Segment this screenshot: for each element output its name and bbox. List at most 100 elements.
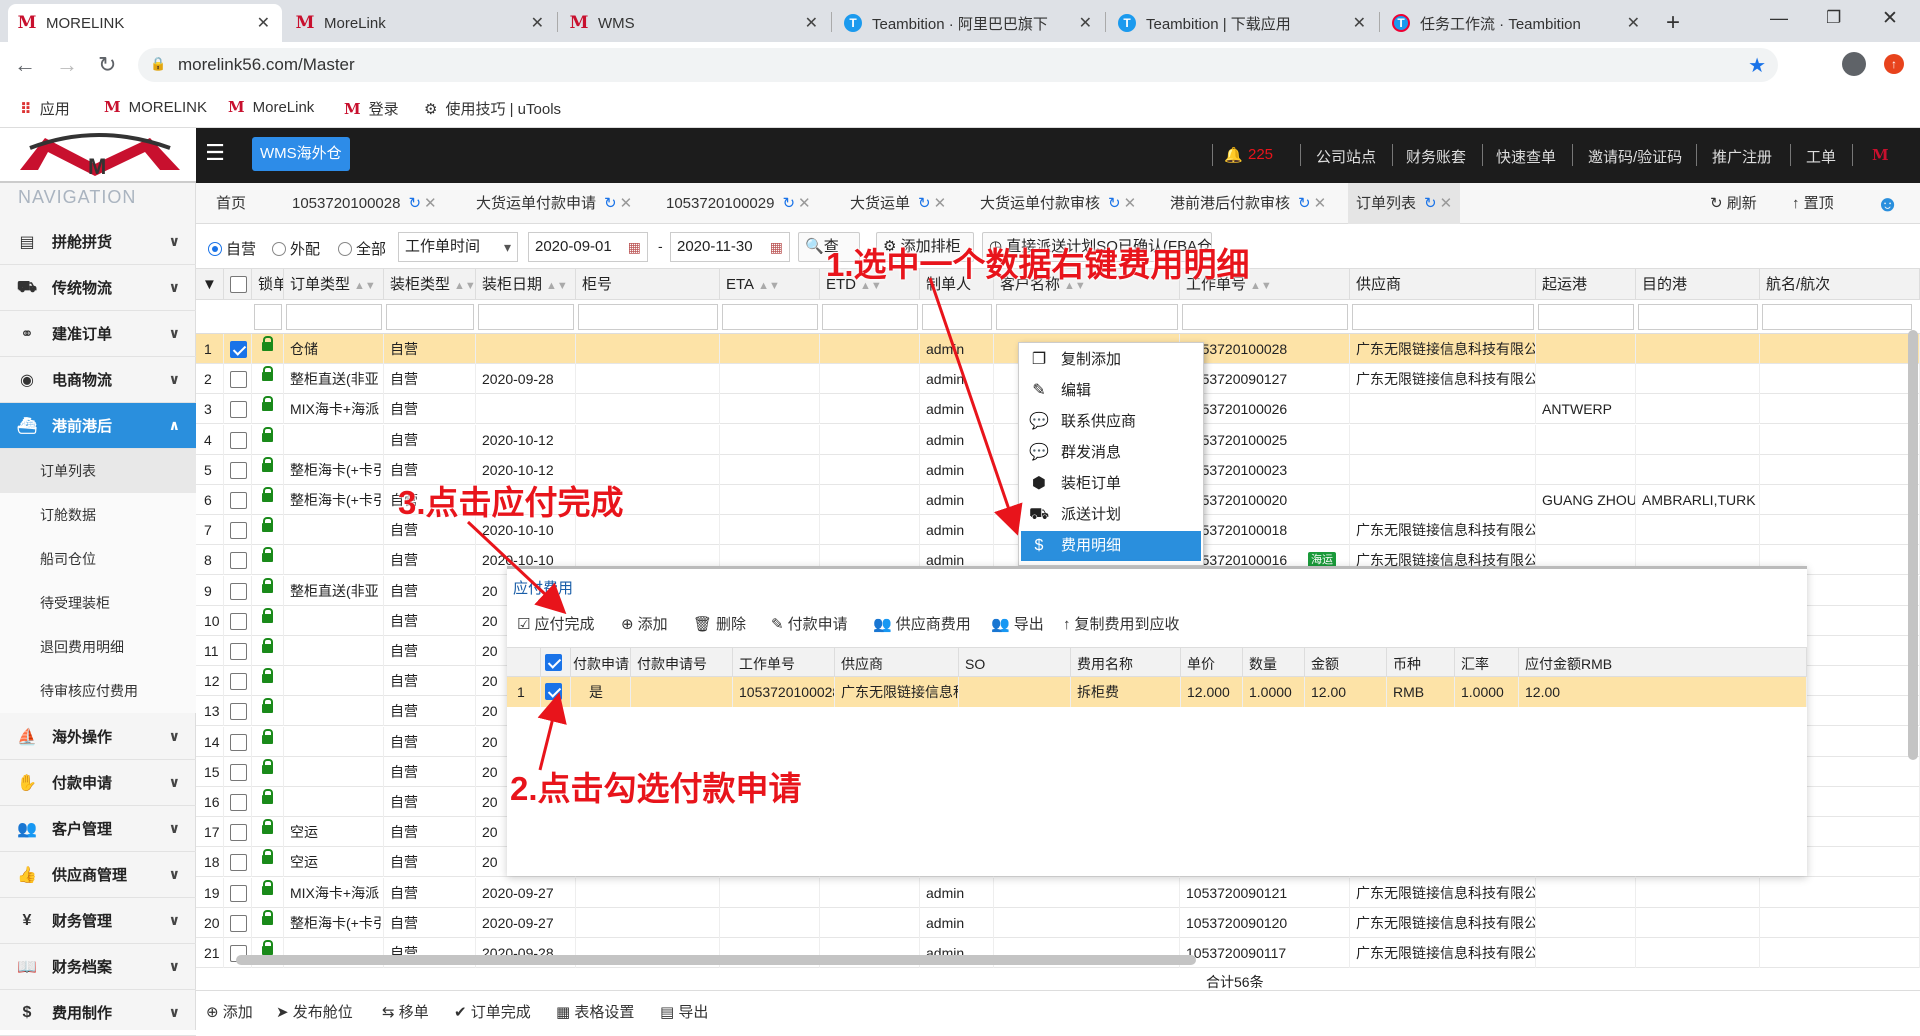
- bookmark-utools[interactable]: ⚙ 使用技巧 | uTools: [424, 98, 561, 119]
- menu-item-broadcast[interactable]: 💬 群发消息: [1021, 438, 1201, 468]
- header-link-company-site[interactable]: 公司站点: [1316, 146, 1376, 167]
- row-checkbox[interactable]: [230, 703, 247, 721]
- sidebar-sub-pending-loading[interactable]: 待受理装柜: [0, 581, 196, 625]
- row-checkbox[interactable]: [230, 794, 247, 811]
- close-icon[interactable]: ✕: [1124, 195, 1137, 212]
- panel-fee-row[interactable]: 1 是 1053720100028 广东无限链接信息科技 拆柜费 12.000 …: [507, 677, 1807, 707]
- filter-input[interactable]: [1352, 304, 1534, 330]
- row-checkbox[interactable]: [230, 763, 247, 781]
- pay-apply-checkbox[interactable]: [545, 683, 562, 700]
- browser-tab-teambition-download[interactable]: T Teambition | 下载应用 ✕: [1108, 4, 1378, 42]
- filter-input[interactable]: [286, 304, 382, 330]
- refresh-icon[interactable]: ↻: [1298, 195, 1311, 212]
- close-icon[interactable]: ✕: [1314, 195, 1327, 212]
- row-checkbox[interactable]: [230, 552, 247, 570]
- date-to-field[interactable]: 2020-11-30 ▦: [670, 232, 790, 262]
- col-currency[interactable]: 币种: [1387, 648, 1455, 680]
- new-tab-button[interactable]: +: [1656, 4, 1686, 42]
- browser-tab-wms[interactable]: M WMS ✕: [560, 4, 830, 42]
- row-checkbox[interactable]: [230, 582, 247, 600]
- add-button[interactable]: ⊕ 添加: [206, 1001, 253, 1022]
- sidebar-item-fee-make[interactable]: $ 费用制作 ∨: [0, 990, 196, 1036]
- unlock-icon[interactable]: [262, 668, 273, 684]
- back-icon[interactable]: ←: [14, 52, 36, 78]
- unlock-icon[interactable]: [262, 879, 273, 895]
- browser-tab-teambition-workflow[interactable]: T 任务工作流 · Teambition ✕: [1382, 4, 1652, 42]
- filter-input[interactable]: [386, 304, 474, 330]
- table-settings-button[interactable]: ▦ 表格设置: [556, 1001, 634, 1022]
- refresh-icon[interactable]: ↻: [782, 195, 795, 212]
- row-checkbox[interactable]: [230, 341, 247, 358]
- forward-icon[interactable]: →: [56, 52, 78, 78]
- filter-input[interactable]: [1638, 304, 1758, 330]
- sidebar-item-consolidation[interactable]: ▤ 拼舱拼货 ∨: [0, 219, 196, 265]
- sidebar-item-ecommerce[interactable]: ◉ 电商物流 ∨: [0, 357, 196, 403]
- pin-top-button[interactable]: ↑ 置顶: [1792, 183, 1834, 224]
- unlock-icon[interactable]: [262, 819, 273, 835]
- unlock-icon[interactable]: [262, 456, 273, 472]
- filter-input[interactable]: [922, 304, 992, 330]
- close-icon[interactable]: ✕: [531, 13, 544, 33]
- header-link-finance-book[interactable]: 财务账套: [1406, 146, 1466, 167]
- close-icon[interactable]: ✕: [424, 195, 437, 212]
- tab-home[interactable]: 首页: [216, 183, 246, 224]
- unlock-icon[interactable]: [262, 366, 273, 382]
- user-avatar-icon[interactable]: M: [1872, 146, 1889, 164]
- export-button[interactable]: ▤ 导出: [660, 1001, 708, 1022]
- sidebar-sub-booking-data[interactable]: 订舱数据: [0, 493, 196, 537]
- chat-bot-icon[interactable]: ☻: [1876, 183, 1899, 224]
- row-checkbox[interactable]: [230, 643, 247, 660]
- menu-item-delivery-plan[interactable]: ⛟ 派送计划: [1021, 500, 1201, 530]
- unlock-icon[interactable]: [262, 789, 273, 804]
- profile-avatar[interactable]: [1842, 52, 1866, 76]
- menu-item-copy-add[interactable]: ❐ 复制添加: [1021, 345, 1201, 375]
- tab-order-list[interactable]: 订单列表 ↻ ✕: [1348, 183, 1461, 224]
- browser-tab-morelink-2[interactable]: M MoreLink ✕: [286, 4, 556, 42]
- row-checkbox[interactable]: [230, 492, 247, 509]
- menu-item-fee-details[interactable]: $ 费用明细: [1021, 531, 1201, 561]
- col-eta[interactable]: ETA ▲▼: [720, 269, 820, 301]
- unlock-icon[interactable]: [262, 638, 273, 653]
- select-all-checkbox[interactable]: [545, 654, 562, 671]
- row-checkbox[interactable]: [230, 371, 247, 389]
- filter-input[interactable]: [578, 304, 718, 330]
- refresh-icon[interactable]: ↻: [1108, 195, 1121, 212]
- bookmark-morelink-2[interactable]: M MoreLink: [228, 98, 314, 116]
- tab-bulk-payment-request[interactable]: 大货运单付款申请 ↻ ✕: [476, 183, 632, 224]
- row-checkbox[interactable]: [230, 612, 247, 630]
- publish-space-button[interactable]: ➤ 发布舱位: [276, 1001, 353, 1022]
- unlock-icon[interactable]: [262, 517, 273, 533]
- filter-input[interactable]: [478, 304, 574, 330]
- col-job-no[interactable]: 工作单号: [733, 648, 835, 680]
- filter-input[interactable]: [1538, 304, 1634, 330]
- sidebar-sub-carrier-space[interactable]: 船司仓位: [0, 537, 196, 581]
- maximize-icon[interactable]: ❐: [1826, 8, 1841, 28]
- close-icon[interactable]: ✕: [620, 195, 633, 212]
- col-pay-apply[interactable]: 付款申请: [571, 648, 631, 680]
- payable-complete-button[interactable]: ☑ 应付完成: [517, 613, 594, 634]
- row-checkbox[interactable]: [230, 884, 247, 902]
- sidebar-item-overseas-ops[interactable]: ⛵ 海外操作 ∨: [0, 714, 196, 760]
- tab-port-payment-audit[interactable]: 港前港后付款审核 ↻ ✕: [1170, 183, 1326, 224]
- col-load-type[interactable]: 装柜类型 ▲▼: [384, 269, 476, 301]
- col-container[interactable]: 柜号: [576, 269, 720, 301]
- col-supplier[interactable]: 供应商: [1350, 269, 1536, 301]
- unlock-icon[interactable]: [262, 728, 273, 744]
- col-pay-apply-no[interactable]: 付款申请号: [631, 648, 733, 680]
- close-icon[interactable]: ✕: [1353, 13, 1366, 33]
- bookmark-login[interactable]: M 登录: [344, 98, 399, 119]
- move-order-button[interactable]: ⇆ 移单: [382, 1001, 429, 1022]
- col-order-type[interactable]: 订单类型 ▲▼: [284, 269, 384, 301]
- row-checkbox[interactable]: [230, 854, 247, 872]
- sidebar-item-port[interactable]: ⛴ 港前港后 ∧: [0, 403, 196, 449]
- row-checkbox[interactable]: [230, 431, 247, 449]
- bookmark-morelink[interactable]: M MORELINK: [104, 98, 207, 116]
- unlock-icon[interactable]: [262, 940, 273, 955]
- refresh-icon[interactable]: ↻: [918, 195, 931, 212]
- row-checkbox[interactable]: [230, 673, 247, 691]
- refresh-icon[interactable]: ↻: [408, 195, 421, 212]
- notification-count[interactable]: 225: [1248, 146, 1273, 163]
- url-input[interactable]: 🔒 morelink56.com/Master ★: [138, 48, 1778, 82]
- close-icon[interactable]: ✕: [1627, 13, 1640, 33]
- vertical-scrollbar[interactable]: [1908, 330, 1918, 760]
